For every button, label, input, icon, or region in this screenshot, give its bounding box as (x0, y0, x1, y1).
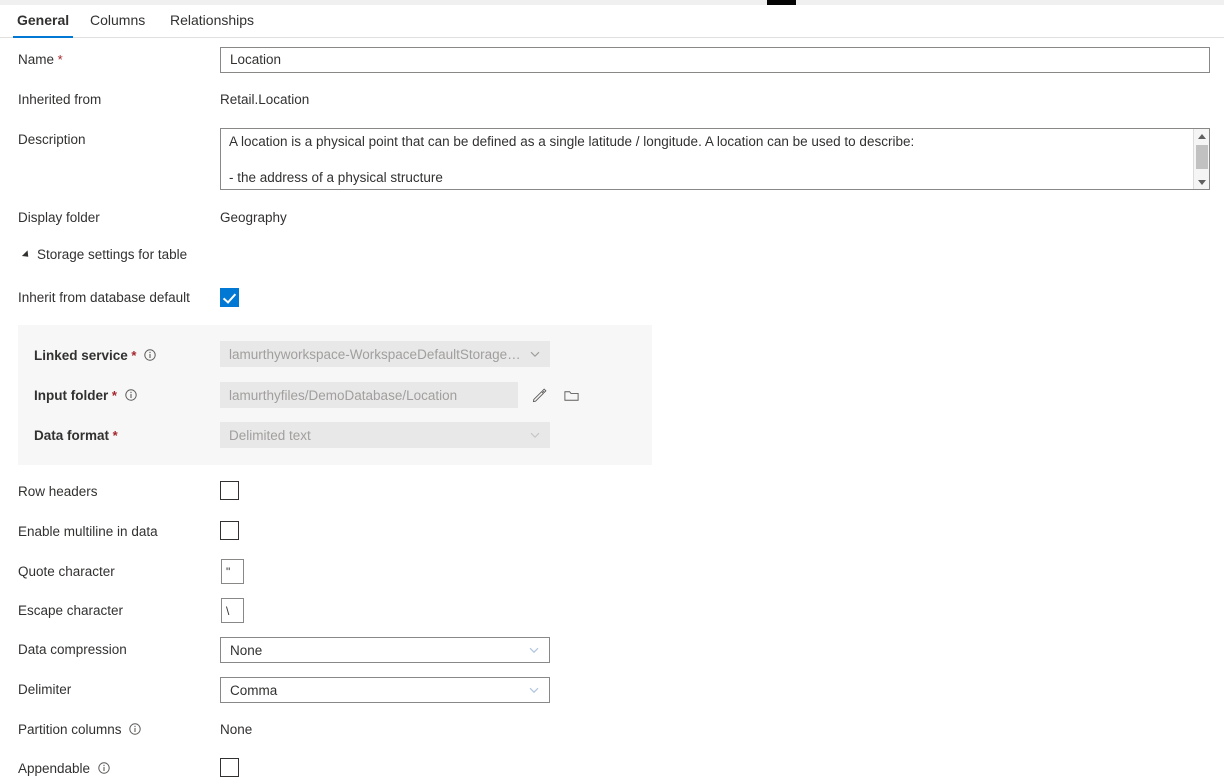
info-icon[interactable] (144, 349, 156, 361)
folder-icon[interactable] (560, 384, 582, 406)
linked-service-label: Linked service * (34, 348, 156, 364)
tab-general[interactable]: General (13, 5, 73, 38)
name-label: Name * (18, 52, 63, 68)
description-scrollbar[interactable] (1193, 129, 1209, 189)
escape-character-label: Escape character (18, 603, 123, 619)
inherit-from-database-default-checkbox[interactable] (220, 288, 239, 307)
delimiter-dropdown[interactable]: Comma (220, 677, 550, 703)
inherit-default-label: Inherit from database default (18, 290, 190, 306)
display-folder-label: Display folder (18, 210, 100, 226)
chevron-down-icon (528, 644, 540, 656)
partition-columns-value: None (220, 722, 252, 738)
info-icon[interactable] (98, 762, 110, 774)
enable-multiline-label: Enable multiline in data (18, 524, 158, 540)
data-compression-label: Data compression (18, 642, 127, 658)
quote-character-input[interactable]: " (221, 559, 244, 584)
delimiter-label: Delimiter (18, 682, 71, 698)
inherited-from-label: Inherited from (18, 92, 101, 108)
data-format-label: Data format * (34, 428, 118, 444)
required-asterisk: * (108, 388, 117, 403)
scrollbar-thumb[interactable] (1196, 145, 1208, 169)
quote-character-label: Quote character (18, 564, 115, 580)
info-icon[interactable] (125, 389, 137, 401)
storage-settings-section-header[interactable]: Storage settings for table (24, 247, 187, 262)
tab-bar: General Columns Relationships (0, 5, 1224, 38)
chevron-down-icon (529, 348, 541, 360)
pencil-icon[interactable] (528, 384, 550, 406)
scroll-up-arrow-icon[interactable] (1194, 129, 1210, 143)
chevron-down-icon (528, 684, 540, 696)
row-headers-label: Row headers (18, 484, 98, 500)
display-folder-value: Geography (220, 210, 287, 226)
input-folder-label: Input folder * (34, 388, 137, 404)
description-textarea[interactable]: A location is a physical point that can … (220, 128, 1210, 190)
appendable-label: Appendable (18, 761, 110, 777)
partition-columns-label: Partition columns (18, 722, 141, 738)
enable-multiline-checkbox[interactable] (220, 521, 239, 540)
name-input[interactable]: Location (220, 47, 1210, 73)
data-format-dropdown[interactable]: Delimited text (220, 422, 550, 448)
appendable-checkbox[interactable] (220, 758, 239, 777)
linked-service-dropdown[interactable]: lamurthyworkspace-WorkspaceDefaultStorag… (220, 341, 550, 367)
tab-columns[interactable]: Columns (86, 5, 149, 38)
required-asterisk: * (54, 52, 63, 67)
info-icon[interactable] (129, 723, 141, 735)
storage-settings-label: Storage settings for table (37, 247, 187, 262)
description-label: Description (18, 132, 86, 148)
description-text: A location is a physical point that can … (229, 133, 1179, 190)
scroll-down-arrow-icon[interactable] (1194, 175, 1210, 189)
data-compression-dropdown[interactable]: None (220, 637, 550, 663)
tab-relationships[interactable]: Relationships (166, 5, 258, 38)
chevron-expanded-icon (22, 250, 31, 259)
row-headers-checkbox[interactable] (220, 481, 239, 500)
input-folder-field[interactable]: lamurthyfiles/DemoDatabase/Location (220, 382, 518, 408)
escape-character-input[interactable]: \ (221, 598, 244, 623)
chevron-down-icon (529, 429, 541, 441)
required-asterisk: * (109, 428, 118, 443)
required-asterisk: * (128, 348, 137, 363)
inherited-from-value: Retail.Location (220, 92, 309, 108)
